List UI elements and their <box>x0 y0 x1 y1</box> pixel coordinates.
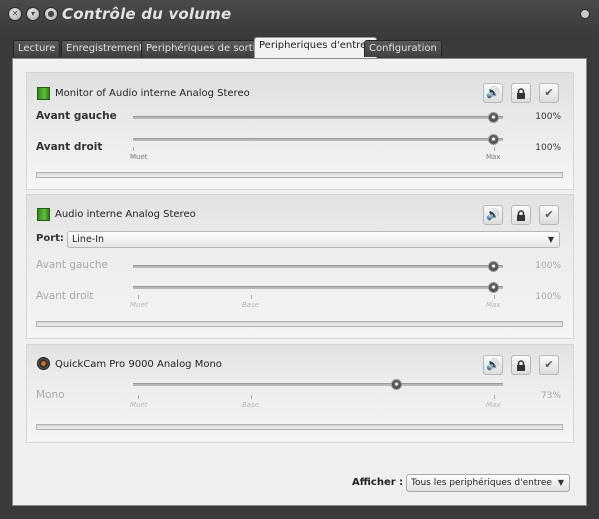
volume-percent: 100% <box>535 112 561 122</box>
set-default-checkbox[interactable]: ✔ <box>539 83 559 103</box>
device-list: Monitor of Audio interne Analog Stereo 🔊… <box>12 58 587 506</box>
channel-label: Mono <box>36 389 65 401</box>
volume-percent: 100% <box>535 261 561 271</box>
scale-tick <box>133 147 134 151</box>
scale-tick <box>494 395 495 399</box>
volume-slider-knob[interactable] <box>489 135 498 144</box>
scale-base-label: Base <box>242 301 260 309</box>
scale-max-label: Max <box>486 153 501 161</box>
audio-card-icon <box>37 87 50 100</box>
port-select[interactable]: Line-In ▼ <box>67 231 560 248</box>
volume-slider-track[interactable] <box>133 380 503 389</box>
tab-peripheriques-entree[interactable]: Peripheriques d'entree <box>254 37 378 58</box>
scale-max-label: Max <box>486 401 501 409</box>
window-menu-button[interactable] <box>581 10 589 18</box>
close-button[interactable]: ✕ <box>9 8 21 20</box>
show-filter-select[interactable]: Tous les periphériques d'entree ▼ <box>406 474 570 492</box>
channel-label: Avant droit <box>36 141 103 153</box>
webcam-icon <box>37 357 50 370</box>
scale-base-label: Base <box>242 401 260 409</box>
set-default-checkbox[interactable]: ✔ <box>539 355 559 375</box>
tab-lecture[interactable]: Lecture <box>13 40 61 57</box>
channel-label: Avant gauche <box>36 110 117 122</box>
volume-percent: 100% <box>535 292 561 302</box>
tab-enregistrement[interactable]: Enregistrement <box>61 40 149 57</box>
channel-label: Avant gauche <box>36 259 108 271</box>
device-name: Audio interne Analog Stereo <box>55 209 196 220</box>
peak-meter <box>36 321 563 327</box>
volume-slider-track[interactable] <box>133 283 503 292</box>
volume-slider-knob[interactable] <box>489 262 498 271</box>
volume-slider-knob[interactable] <box>489 113 498 122</box>
volume-control-window: ✕ ▾ ● Contrôle du volume Lecture Enregis… <box>0 0 599 519</box>
volume-slider-track[interactable] <box>133 113 503 122</box>
lock-channels-button[interactable] <box>511 205 531 225</box>
scale-tick <box>494 295 495 299</box>
channel-label: Avant droit <box>36 290 94 302</box>
set-default-checkbox[interactable]: ✔ <box>539 205 559 225</box>
minimize-button[interactable]: ▾ <box>27 8 39 20</box>
show-filter-value: Tous les periphériques d'entree <box>411 478 552 488</box>
volume-percent: 100% <box>535 143 561 153</box>
scale-min-label: Muet <box>130 301 148 309</box>
scale-min-label: Muet <box>130 401 148 409</box>
port-label: Port: <box>36 233 64 244</box>
volume-slider-track[interactable] <box>133 135 503 144</box>
mute-speaker-button[interactable]: 🔊 <box>483 83 503 103</box>
scale-max-label: Max <box>486 301 501 309</box>
audio-card-icon <box>37 208 50 221</box>
tab-peripheriques-sortie[interactable]: Periphériques de sortie <box>141 40 267 57</box>
peak-meter <box>36 424 563 430</box>
scale-tick <box>251 395 252 399</box>
lock-channels-button[interactable] <box>511 83 531 103</box>
scale-tick <box>138 295 139 299</box>
lock-channels-button[interactable] <box>511 355 531 375</box>
device-card: Monitor of Audio interne Analog Stereo 🔊… <box>26 72 574 190</box>
port-select-value: Line-In <box>72 234 105 245</box>
volume-slider-knob[interactable] <box>391 380 401 389</box>
show-filter-label: Afficher : <box>352 477 404 488</box>
device-card: QuickCam Pro 9000 Analog Mono 🔊 ✔ Mono 7… <box>26 344 574 443</box>
volume-percent: 73% <box>540 391 561 401</box>
chevron-down-icon: ▼ <box>557 478 564 487</box>
mute-speaker-button[interactable]: 🔊 <box>483 205 503 225</box>
scale-min-label: Muet <box>130 153 148 161</box>
device-name: QuickCam Pro 9000 Analog Mono <box>55 359 222 370</box>
mute-speaker-button[interactable]: 🔊 <box>483 355 503 375</box>
title-bar: ✕ ▾ ● Contrôle du volume <box>0 0 599 30</box>
maximize-button[interactable]: ● <box>45 8 57 20</box>
scale-tick <box>251 295 252 299</box>
volume-slider-track[interactable] <box>133 262 503 271</box>
chevron-down-icon: ▼ <box>547 235 554 244</box>
tab-configuration[interactable]: Configuration <box>364 40 442 57</box>
device-name: Monitor of Audio interne Analog Stereo <box>55 88 250 99</box>
window-title: Contrôle du volume <box>62 5 232 23</box>
scale-tick <box>494 147 495 151</box>
volume-slider-knob[interactable] <box>489 283 498 292</box>
scale-tick <box>138 395 139 399</box>
device-card: Audio interne Analog Stereo 🔊 ✔ Port: Li… <box>26 194 574 339</box>
peak-meter <box>36 172 563 178</box>
